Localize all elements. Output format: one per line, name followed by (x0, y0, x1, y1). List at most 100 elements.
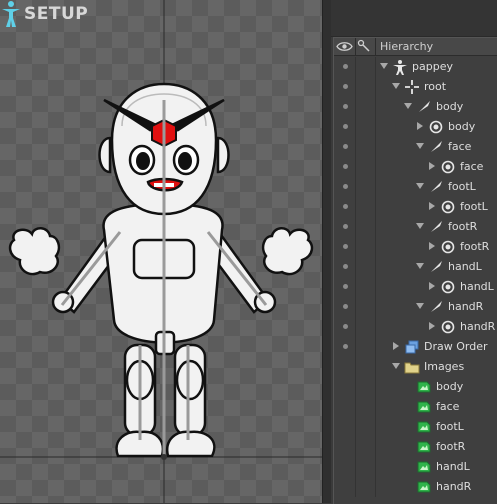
tree-item-bone-handl[interactable]: handL (334, 257, 497, 277)
tree-item-bone-handr[interactable]: handR (334, 297, 497, 317)
visibility-cell[interactable] (334, 397, 356, 417)
image-icon (416, 399, 432, 415)
slot-icon (428, 119, 444, 135)
character-canvas[interactable] (0, 0, 322, 503)
tree-item-slot-footl[interactable]: footL (334, 197, 497, 217)
canvas-viewport[interactable]: SETUP (0, 0, 322, 503)
visibility-cell[interactable] (334, 77, 356, 97)
visibility-cell[interactable] (334, 337, 356, 357)
bones-cell (355, 377, 376, 397)
bones-column-header[interactable] (355, 38, 376, 55)
chevron-right-icon[interactable] (393, 342, 399, 350)
chevron-down-icon[interactable] (416, 143, 424, 149)
visibility-dot-icon[interactable] (343, 144, 348, 149)
visibility-dot-icon[interactable] (343, 244, 348, 249)
chevron-down-icon[interactable] (416, 263, 424, 269)
tree-item-slot-handl[interactable]: handL (334, 277, 497, 297)
image-icon (416, 419, 432, 435)
chevron-down-icon[interactable] (392, 363, 400, 369)
bones-cell (355, 157, 376, 177)
visibility-dot-icon[interactable] (343, 164, 348, 169)
visibility-cell[interactable] (334, 197, 356, 217)
tree-item-label: handR (460, 320, 496, 333)
visibility-dot-icon[interactable] (343, 304, 348, 309)
visibility-cell[interactable] (334, 417, 356, 437)
tree-item-bone-footl[interactable]: footL (334, 177, 497, 197)
chevron-down-icon[interactable] (416, 303, 424, 309)
visibility-cell[interactable] (334, 237, 356, 257)
visibility-cell[interactable] (334, 437, 356, 457)
tree-item-label: footL (448, 180, 476, 193)
bone-icon (428, 219, 444, 235)
tree-item-label: handR (448, 300, 484, 313)
visibility-cell[interactable] (334, 297, 356, 317)
tree-item-bone-face[interactable]: face (334, 137, 497, 157)
visibility-cell[interactable] (334, 117, 356, 137)
tree-item-label: face (448, 140, 472, 153)
visibility-dot-icon[interactable] (343, 324, 348, 329)
visibility-cell[interactable] (334, 277, 356, 297)
visibility-dot-icon[interactable] (343, 124, 348, 129)
visibility-cell[interactable] (334, 137, 356, 157)
visibility-dot-icon[interactable] (343, 64, 348, 69)
visibility-dot-icon[interactable] (343, 84, 348, 89)
visibility-cell[interactable] (334, 157, 356, 177)
bones-cell (355, 357, 376, 377)
hierarchy-header: Hierarchy (334, 38, 497, 56)
mode-label: SETUP (24, 4, 89, 24)
tree-item-image-footl[interactable]: footL (334, 417, 497, 437)
chevron-right-icon[interactable] (417, 122, 423, 130)
visibility-dot-icon[interactable] (343, 284, 348, 289)
chevron-right-icon[interactable] (429, 282, 435, 290)
tree-item-label: footL (460, 200, 488, 213)
visibility-cell[interactable] (334, 57, 356, 77)
visibility-cell[interactable] (334, 377, 356, 397)
visibility-cell[interactable] (334, 357, 356, 377)
visibility-dot-icon[interactable] (343, 224, 348, 229)
visibility-cell[interactable] (334, 457, 356, 477)
tree-item-skeleton-pappey[interactable]: pappey (334, 57, 497, 77)
tree-item-image-handl[interactable]: handL (334, 457, 497, 477)
tree-item-folder-images[interactable]: Images (334, 357, 497, 377)
visibility-dot-icon[interactable] (343, 184, 348, 189)
chevron-down-icon[interactable] (416, 183, 424, 189)
tree-item-root-bone-root[interactable]: root (334, 77, 497, 97)
visibility-dot-icon[interactable] (343, 264, 348, 269)
visibility-cell[interactable] (334, 477, 356, 497)
visibility-cell[interactable] (334, 257, 356, 277)
bone-icon (428, 179, 444, 195)
visibility-cell[interactable] (334, 97, 356, 117)
tree-item-image-footr[interactable]: footR (334, 437, 497, 457)
chevron-right-icon[interactable] (429, 322, 435, 330)
chevron-down-icon[interactable] (392, 83, 400, 89)
chevron-down-icon[interactable] (404, 103, 412, 109)
visibility-cell[interactable] (334, 217, 356, 237)
tree-item-image-handr[interactable]: handR (334, 477, 497, 497)
chevron-down-icon[interactable] (380, 63, 388, 69)
tree-item-slot-handr[interactable]: handR (334, 317, 497, 337)
chevron-right-icon[interactable] (429, 242, 435, 250)
ear-left (98, 136, 112, 174)
tree-item-slot-footr[interactable]: footR (334, 237, 497, 257)
visibility-dot-icon[interactable] (343, 104, 348, 109)
visibility-dot-icon[interactable] (343, 204, 348, 209)
visibility-cell[interactable] (334, 177, 356, 197)
slot-icon (440, 159, 456, 175)
tree-item-draw-order-draw-order[interactable]: Draw Order (334, 337, 497, 357)
visibility-cell[interactable] (334, 317, 356, 337)
tree-item-label: footR (436, 440, 466, 453)
tree-item-bone-footr[interactable]: footR (334, 217, 497, 237)
tree-item-bone-body[interactable]: body (334, 97, 497, 117)
tree-item-slot-body[interactable]: body (334, 117, 497, 137)
tree-item-image-face[interactable]: face (334, 397, 497, 417)
tree-item-slot-face[interactable]: face (334, 157, 497, 177)
visibility-column-header[interactable] (334, 38, 356, 55)
chevron-right-icon[interactable] (429, 202, 435, 210)
visibility-dot-icon[interactable] (343, 344, 348, 349)
chevron-down-icon[interactable] (416, 223, 424, 229)
tree-item-label: body (448, 120, 476, 133)
tree-item-image-body[interactable]: body (334, 377, 497, 397)
bone-icon (416, 99, 432, 115)
bones-cell (355, 297, 376, 317)
chevron-right-icon[interactable] (429, 162, 435, 170)
